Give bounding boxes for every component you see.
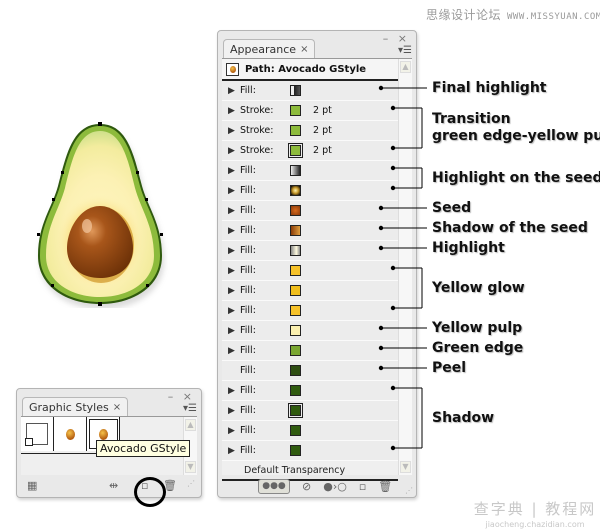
callout-connector: [390, 165, 423, 191]
callout-connector: [378, 365, 427, 371]
callout-label: Seed: [432, 200, 471, 217]
break-link-icon[interactable]: ⇹: [109, 479, 118, 492]
callout-connector: [378, 205, 427, 211]
callout-text: green edge-yellow pulp: [432, 128, 600, 144]
callout-text: Highlight on the seed: [432, 169, 600, 186]
resize-grip-icon[interactable]: ⋰: [187, 479, 195, 488]
style-default[interactable]: [21, 417, 54, 451]
callout-connector: [390, 385, 423, 451]
callout-text: Final highlight: [432, 79, 547, 96]
callout-connector: [390, 265, 423, 311]
callout-connector: [378, 225, 427, 231]
window-controls[interactable]: – ×: [168, 390, 195, 403]
avocado-style-icon: [65, 428, 75, 440]
callout-label: Final highlight: [432, 80, 546, 97]
default-style-icon: [25, 423, 48, 446]
close-icon[interactable]: ×: [113, 402, 121, 413]
callout-label: Highlight on the seed: [432, 170, 600, 187]
callout-text: Shadow of the seed: [432, 219, 588, 236]
style-avocado[interactable]: [54, 417, 87, 451]
callout-text: Yellow pulp: [432, 319, 523, 336]
callout-label: Yellow glow: [432, 280, 525, 297]
callout-connector: [390, 105, 423, 151]
callout-label: Yellow pulp: [432, 320, 522, 337]
callout-label: Shadow of the seed: [432, 220, 588, 237]
callout-label: Highlight: [432, 240, 505, 257]
callout-connector: [378, 85, 427, 91]
avocado-style-icon: [98, 428, 108, 440]
callout-connector: [378, 245, 427, 251]
callout-text: Seed: [432, 199, 472, 216]
graphic-styles-footer: ▦ ⇹ ▫ 🗑 ⋰: [17, 475, 201, 497]
callout-text: Yellow glow: [432, 279, 525, 296]
callout-connector: [378, 345, 427, 351]
callout-text: Highlight: [432, 239, 505, 256]
callout-text: Peel: [432, 359, 467, 376]
callout-connector: [378, 325, 427, 331]
scroll-up-icon[interactable]: ▲: [185, 419, 196, 431]
callout-label: Transition green edge-yellow pulp: [432, 111, 600, 145]
highlight-circle: [134, 477, 166, 507]
callout-label: Shadow: [432, 410, 494, 427]
callout-text: Shadow: [432, 409, 495, 426]
tab-graphic-styles-label: Graphic Styles: [29, 400, 109, 414]
callout-text: Transition: [432, 111, 511, 127]
callout-text: Green edge: [432, 339, 524, 356]
scroll-down-icon[interactable]: ▼: [185, 461, 196, 473]
panel-menu-icon[interactable]: ▾☰: [183, 403, 197, 414]
callout-label: Peel: [432, 360, 466, 377]
tab-graphic-styles[interactable]: Graphic Styles ×: [22, 397, 129, 416]
graphic-styles-libraries-icon[interactable]: ▦: [27, 479, 37, 492]
callout-label: Green edge: [432, 340, 523, 357]
tooltip: Avocado GStyle: [96, 440, 191, 457]
